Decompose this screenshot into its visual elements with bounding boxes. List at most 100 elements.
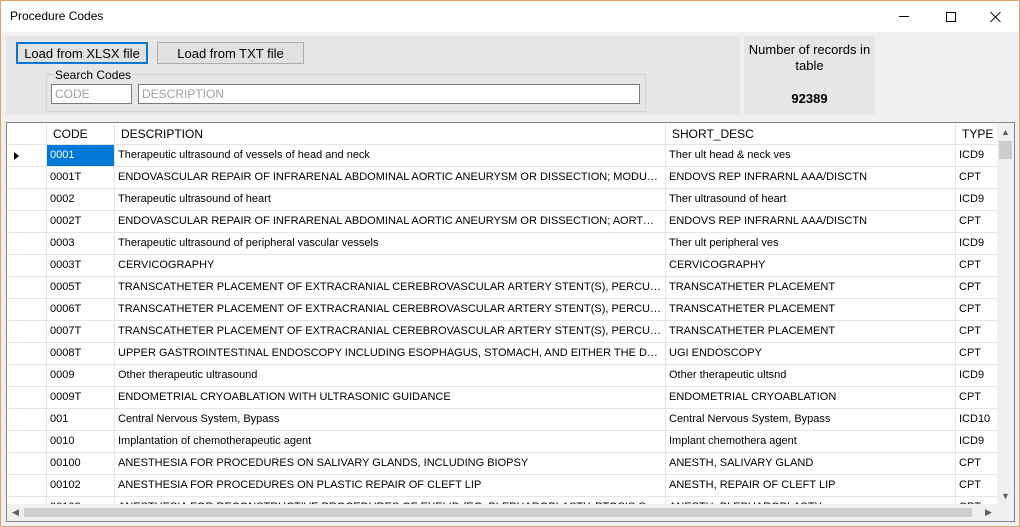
cell-type[interactable]: CPT	[956, 321, 1000, 343]
cell-type[interactable]: ICD9	[956, 189, 1000, 211]
cell-type[interactable]: CPT	[956, 277, 1000, 299]
cell-description[interactable]: ENDOVASCULAR REPAIR OF INFRARENAL ABDOMI…	[115, 167, 666, 189]
code-search-input[interactable]	[51, 84, 132, 104]
vertical-scroll-thumb[interactable]	[999, 141, 1012, 159]
table-row[interactable]: 0009 Other therapeutic ultrasound Other th…	[7, 365, 1000, 387]
scroll-left-icon[interactable]: ◀	[7, 504, 24, 521]
row-header[interactable]	[7, 365, 47, 387]
cell-description[interactable]: TRANSCATHETER PLACEMENT OF EXTRACRANIAL …	[115, 299, 666, 321]
scroll-down-icon[interactable]: ▼	[997, 487, 1014, 504]
cell-short-desc[interactable]: UGI ENDOSCOPY	[666, 343, 956, 365]
table-row[interactable]: 0010 Implantation of chemotherapeutic age…	[7, 431, 1000, 453]
column-header-code[interactable]: CODE	[47, 123, 115, 145]
cell-code[interactable]: 0009T	[47, 387, 115, 409]
cell-short-desc[interactable]: TRANSCATHETER PLACEMENT	[666, 321, 956, 343]
cell-description[interactable]: Therapeutic ultrasound of heart	[115, 189, 666, 211]
cell-code[interactable]: 0002T	[47, 211, 115, 233]
cell-type[interactable]: ICD9	[956, 233, 1000, 255]
cell-description[interactable]: TRANSCATHETER PLACEMENT OF EXTRACRANIAL …	[115, 277, 666, 299]
cell-type[interactable]: ICD9	[956, 145, 1000, 167]
cell-code[interactable]: 0002	[47, 189, 115, 211]
row-header[interactable]	[7, 167, 47, 189]
cell-code[interactable]: 0010	[47, 431, 115, 453]
cell-description[interactable]: UPPER GASTROINTESTINAL ENDOSCOPY INCLUDI…	[115, 343, 666, 365]
cell-short-desc[interactable]: ANESTH, SALIVARY GLAND	[666, 453, 956, 475]
cell-type[interactable]: CPT	[956, 299, 1000, 321]
row-header[interactable]	[7, 189, 47, 211]
cell-code[interactable]: 0003	[47, 233, 115, 255]
row-header[interactable]	[7, 453, 47, 475]
load-txt-button[interactable]: Load from TXT file	[157, 42, 304, 64]
cell-description[interactable]: Central Nervous System, Bypass	[115, 409, 666, 431]
cell-code[interactable]: 0003T	[47, 255, 115, 277]
cell-short-desc[interactable]: ENDOVS REP INFRARNL AAA/DISCTN	[666, 211, 956, 233]
current-row-indicator[interactable]	[7, 145, 47, 167]
cell-code[interactable]: 0006T	[47, 299, 115, 321]
cell-type[interactable]: CPT	[956, 211, 1000, 233]
cell-short-desc[interactable]: ANESTH, REPAIR OF CLEFT LIP	[666, 475, 956, 497]
vertical-scrollbar[interactable]: ▲ ▼	[997, 123, 1014, 504]
row-header[interactable]	[7, 321, 47, 343]
table-row[interactable]: 00100 ANESTHESIA FOR PROCEDURES ON SALIVA…	[7, 453, 1000, 475]
cell-type[interactable]: CPT	[956, 343, 1000, 365]
table-row[interactable]: 0009T ENDOMETRIAL CRYOABLATION WITH ULTRA…	[7, 387, 1000, 409]
row-header[interactable]	[7, 233, 47, 255]
row-header[interactable]	[7, 277, 47, 299]
table-row[interactable]: 0003T CERVICOGRAPHY CERVICOGRAPHY CPT	[7, 255, 1000, 277]
scroll-right-icon[interactable]: ▶	[980, 504, 997, 521]
cell-code[interactable]: 00102	[47, 475, 115, 497]
title-bar[interactable]: Procedure Codes	[1, 1, 1019, 32]
cell-short-desc[interactable]: Ther ult head & neck ves	[666, 145, 956, 167]
cell-short-desc[interactable]: ENDOMETRIAL CRYOABLATION	[666, 387, 956, 409]
close-button[interactable]	[973, 1, 1019, 32]
cell-description[interactable]: Therapeutic ultrasound of vessels of hea…	[115, 145, 666, 167]
cell-type[interactable]: CPT	[956, 387, 1000, 409]
scroll-up-icon[interactable]: ▲	[997, 123, 1014, 140]
cell-code[interactable]: 0009	[47, 365, 115, 387]
cell-short-desc[interactable]: Ther ultrasound of heart	[666, 189, 956, 211]
row-header[interactable]	[7, 431, 47, 453]
procedure-codes-grid[interactable]: CODE DESCRIPTION SHORT_DESC TYPE 0001 The…	[6, 122, 1015, 522]
cell-description[interactable]: Therapeutic ultrasound of peripheral vas…	[115, 233, 666, 255]
table-row[interactable]: 0001T ENDOVASCULAR REPAIR OF INFRARENAL A…	[7, 167, 1000, 189]
cell-short-desc[interactable]: Central Nervous System, Bypass	[666, 409, 956, 431]
horizontal-scroll-thumb[interactable]	[24, 508, 972, 517]
table-row[interactable]: 0007T TRANSCATHETER PLACEMENT OF EXTRACRA…	[7, 321, 1000, 343]
cell-code[interactable]: 001	[47, 409, 115, 431]
row-header[interactable]	[7, 255, 47, 277]
cell-short-desc[interactable]: Implant chemothera agent	[666, 431, 956, 453]
cell-description[interactable]: ANESTHESIA FOR PROCEDURES ON SALIVARY GL…	[115, 453, 666, 475]
table-row[interactable]: 0002 Therapeutic ultrasound of heart Ther …	[7, 189, 1000, 211]
minimize-button[interactable]	[881, 1, 927, 32]
row-header[interactable]	[7, 387, 47, 409]
row-header[interactable]	[7, 343, 47, 365]
cell-type[interactable]: ICD10	[956, 409, 1000, 431]
column-header-short-desc[interactable]: SHORT_DESC	[666, 123, 956, 145]
cell-description[interactable]: Other therapeutic ultrasound	[115, 365, 666, 387]
cell-code[interactable]: 0007T	[47, 321, 115, 343]
horizontal-scrollbar[interactable]: ◀ ▶	[7, 504, 997, 521]
table-row[interactable]: 0008T UPPER GASTROINTESTINAL ENDOSCOPY IN…	[7, 343, 1000, 365]
cell-code[interactable]: 0001T	[47, 167, 115, 189]
cell-description[interactable]: ENDOMETRIAL CRYOABLATION WITH ULTRASONIC…	[115, 387, 666, 409]
row-header[interactable]	[7, 409, 47, 431]
load-xlsx-button[interactable]: Load from XLSX file	[16, 42, 148, 64]
cell-short-desc[interactable]: ENDOVS REP INFRARNL AAA/DISCTN	[666, 167, 956, 189]
row-header[interactable]	[7, 475, 47, 497]
table-row[interactable]: 001 Central Nervous System, Bypass Central…	[7, 409, 1000, 431]
cell-code[interactable]: 0005T	[47, 277, 115, 299]
cell-short-desc[interactable]: TRANSCATHETER PLACEMENT	[666, 299, 956, 321]
cell-description[interactable]: Implantation of chemotherapeutic agent	[115, 431, 666, 453]
cell-description[interactable]: TRANSCATHETER PLACEMENT OF EXTRACRANIAL …	[115, 321, 666, 343]
table-row[interactable]: 0006T TRANSCATHETER PLACEMENT OF EXTRACRA…	[7, 299, 1000, 321]
cell-type[interactable]: CPT	[956, 255, 1000, 277]
column-header-description[interactable]: DESCRIPTION	[115, 123, 666, 145]
cell-description[interactable]: ANESTHESIA FOR PROCEDURES ON PLASTIC REP…	[115, 475, 666, 497]
description-search-input[interactable]	[138, 84, 640, 104]
cell-type[interactable]: CPT	[956, 167, 1000, 189]
cell-type[interactable]: ICD9	[956, 431, 1000, 453]
column-header-type[interactable]: TYPE	[956, 123, 1000, 145]
cell-short-desc[interactable]: Ther ult peripheral ves	[666, 233, 956, 255]
cell-type[interactable]: CPT	[956, 453, 1000, 475]
cell-type[interactable]: CPT	[956, 475, 1000, 497]
